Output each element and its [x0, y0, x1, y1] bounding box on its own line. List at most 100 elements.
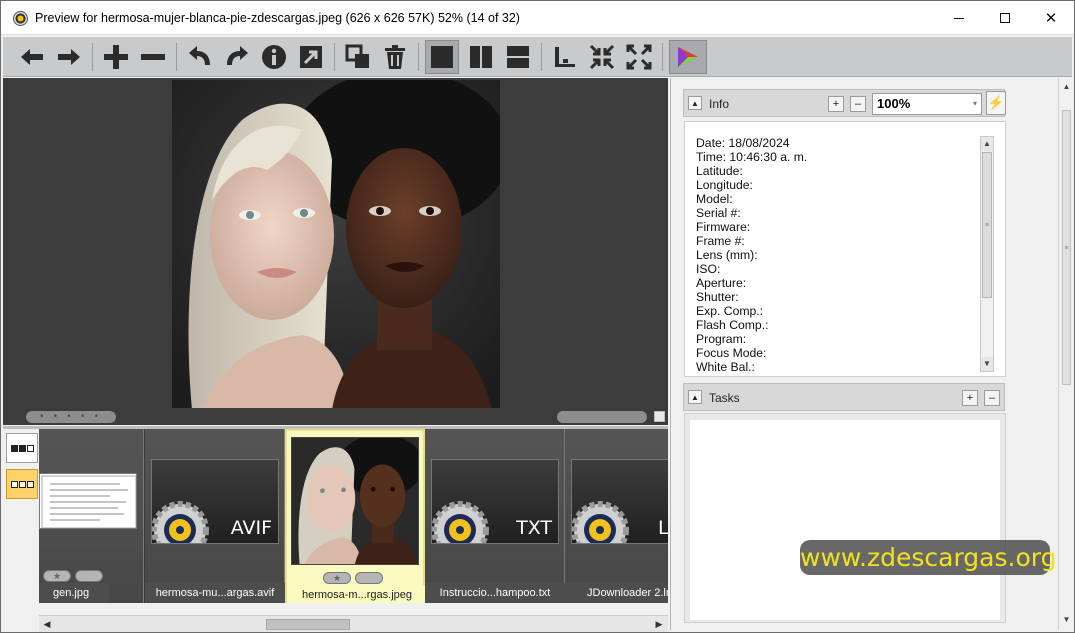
thumb-view-tab-filled[interactable]	[6, 433, 38, 463]
trash-icon	[385, 45, 405, 69]
image-viewer[interactable]: • • • • •	[3, 78, 668, 425]
exif-row: Longitude:	[696, 178, 753, 192]
info-plus-button[interactable]: +	[828, 96, 844, 112]
filmstrip-scrollbar[interactable]: ◀ ▶	[39, 615, 668, 632]
info-panel-header: ▲ Info + – 100% ▾ ⚡	[683, 89, 1006, 117]
gear-logo-icon	[572, 501, 629, 543]
single-view-button[interactable]	[425, 40, 459, 74]
square-outline-icon	[26, 480, 34, 488]
square-icon	[18, 444, 26, 452]
delete-button[interactable]	[378, 40, 412, 74]
file-type-thumbnail: TXT	[431, 459, 559, 544]
filmstrip-scroll-thumb[interactable]	[266, 619, 350, 630]
align-bottom-button[interactable]	[548, 40, 582, 74]
minimize-button[interactable]	[936, 1, 982, 35]
side-panel-scrollbar[interactable]: ▲ ≡ ▼	[1058, 78, 1073, 630]
app-logo-icon	[13, 11, 28, 26]
tasks-minus-button[interactable]: –	[984, 390, 1000, 406]
zoom-select[interactable]: 100% ▾	[872, 93, 982, 115]
label-pill[interactable]	[75, 570, 103, 582]
thumbnail-filename: JDownloader 2.lnk	[565, 583, 668, 603]
thumbnail-filename: hermosa-m...rgas.jpeg	[287, 585, 427, 603]
toolbar-separator	[92, 43, 93, 71]
minimize-icon	[954, 17, 964, 19]
rating-pills: ★	[323, 572, 383, 584]
watermark: www.zdescargas.org	[800, 540, 1056, 575]
tasks-panel-title: Tasks	[709, 391, 740, 405]
portrait-photo	[172, 80, 500, 408]
exif-row: Shutter:	[696, 290, 739, 304]
info-panel-body: Date: 18/08/2024 Time: 10:46:30 a. m. La…	[684, 121, 1006, 377]
viewer-corner-toggle[interactable]	[654, 411, 665, 422]
close-icon: ✕	[1044, 10, 1058, 27]
zoom-out-button[interactable]	[136, 40, 170, 74]
thumbnail-cell[interactable]: ★ gen.jpg	[39, 429, 144, 603]
thumbnail-cell[interactable]: TXT Instruccio...hampoo.txt	[425, 429, 565, 603]
copy-icon	[345, 44, 369, 68]
scroll-down-arrow-icon[interactable]: ▼	[981, 357, 993, 371]
fit-expand-button[interactable]	[622, 40, 656, 74]
resize-icon	[300, 46, 322, 68]
info-button[interactable]	[257, 40, 291, 74]
fit-shrink-button[interactable]	[585, 40, 619, 74]
exif-list: Date: 18/08/2024 Time: 10:46:30 a. m. La…	[696, 136, 976, 374]
next-button[interactable]	[52, 40, 86, 74]
plus-icon	[104, 45, 128, 69]
exif-row: Serial #:	[696, 206, 741, 220]
star-pill[interactable]: ★	[43, 570, 71, 582]
exif-row: Firmware:	[696, 220, 751, 234]
toolbar	[3, 37, 1072, 77]
collapse-triangle-icon[interactable]: ▲	[688, 96, 702, 110]
split-horizontal-button[interactable]	[501, 40, 535, 74]
exif-row: Latitude:	[696, 164, 743, 178]
thumbnail-cell[interactable]: LNK JDownloader 2.lnk	[565, 429, 668, 603]
text-document-preview	[41, 475, 136, 528]
viewer-scrollbar-right[interactable]	[557, 411, 647, 423]
info-icon	[262, 45, 286, 69]
scroll-right-arrow-icon[interactable]: ▶	[653, 618, 665, 630]
square-icon	[10, 444, 18, 452]
tasks-plus-button[interactable]: +	[962, 390, 978, 406]
info-scroll-thumb[interactable]: ≡	[982, 152, 992, 298]
viewer-scrollbar-left[interactable]: • • • • •	[26, 411, 116, 423]
portrait-thumbnail	[292, 438, 418, 564]
toolbar-separator	[418, 43, 419, 71]
toolbar-separator	[662, 43, 663, 71]
side-panel-scroll-thumb[interactable]: ≡	[1062, 110, 1071, 385]
thumbnail-cell[interactable]: AVIF hermosa-mu...argas.avif	[145, 429, 285, 603]
arrow-right-icon	[58, 49, 80, 65]
tasks-list[interactable]	[690, 420, 1000, 620]
filmstrip: ★ gen.jpg AVIF hermosa-mu...argas.avif ★…	[39, 429, 668, 603]
square-outline-icon	[18, 480, 26, 488]
gear-logo-icon	[152, 501, 209, 543]
info-minus-button[interactable]: –	[850, 96, 866, 112]
info-scrollbar[interactable]: ▲ ≡ ▼	[980, 136, 994, 372]
resize-button[interactable]	[294, 40, 328, 74]
zoom-value: 100%	[877, 96, 911, 111]
star-pill[interactable]: ★	[323, 572, 351, 584]
zoom-in-button[interactable]	[99, 40, 133, 74]
previous-button[interactable]	[15, 40, 49, 74]
square-outline-icon	[10, 480, 18, 488]
scroll-down-arrow-icon[interactable]: ▼	[1060, 613, 1073, 627]
document-thumbnail	[39, 473, 137, 529]
scroll-left-arrow-icon[interactable]: ◀	[41, 618, 53, 630]
split-vertical-button[interactable]	[464, 40, 498, 74]
thumbnail-cell-selected[interactable]: ★ hermosa-m...rgas.jpeg	[285, 429, 427, 603]
lightning-icon[interactable]: ⚡	[986, 91, 1006, 115]
toolbar-separator	[176, 43, 177, 71]
thumb-view-tab-outline[interactable]	[6, 469, 38, 499]
color-profile-button[interactable]	[669, 40, 707, 74]
scroll-up-arrow-icon[interactable]: ▲	[981, 137, 993, 151]
rotate-right-button[interactable]	[220, 40, 254, 74]
collapse-triangle-icon[interactable]: ▲	[688, 390, 702, 404]
minus-icon	[141, 54, 165, 60]
rotate-left-button[interactable]	[183, 40, 217, 74]
close-button[interactable]: ✕	[1028, 1, 1074, 35]
toolbar-separator	[541, 43, 542, 71]
split-vertical-icon	[470, 46, 492, 68]
label-pill[interactable]	[355, 572, 383, 584]
maximize-button[interactable]	[982, 1, 1028, 35]
scroll-up-arrow-icon[interactable]: ▲	[1060, 80, 1073, 94]
copy-button[interactable]	[341, 40, 375, 74]
